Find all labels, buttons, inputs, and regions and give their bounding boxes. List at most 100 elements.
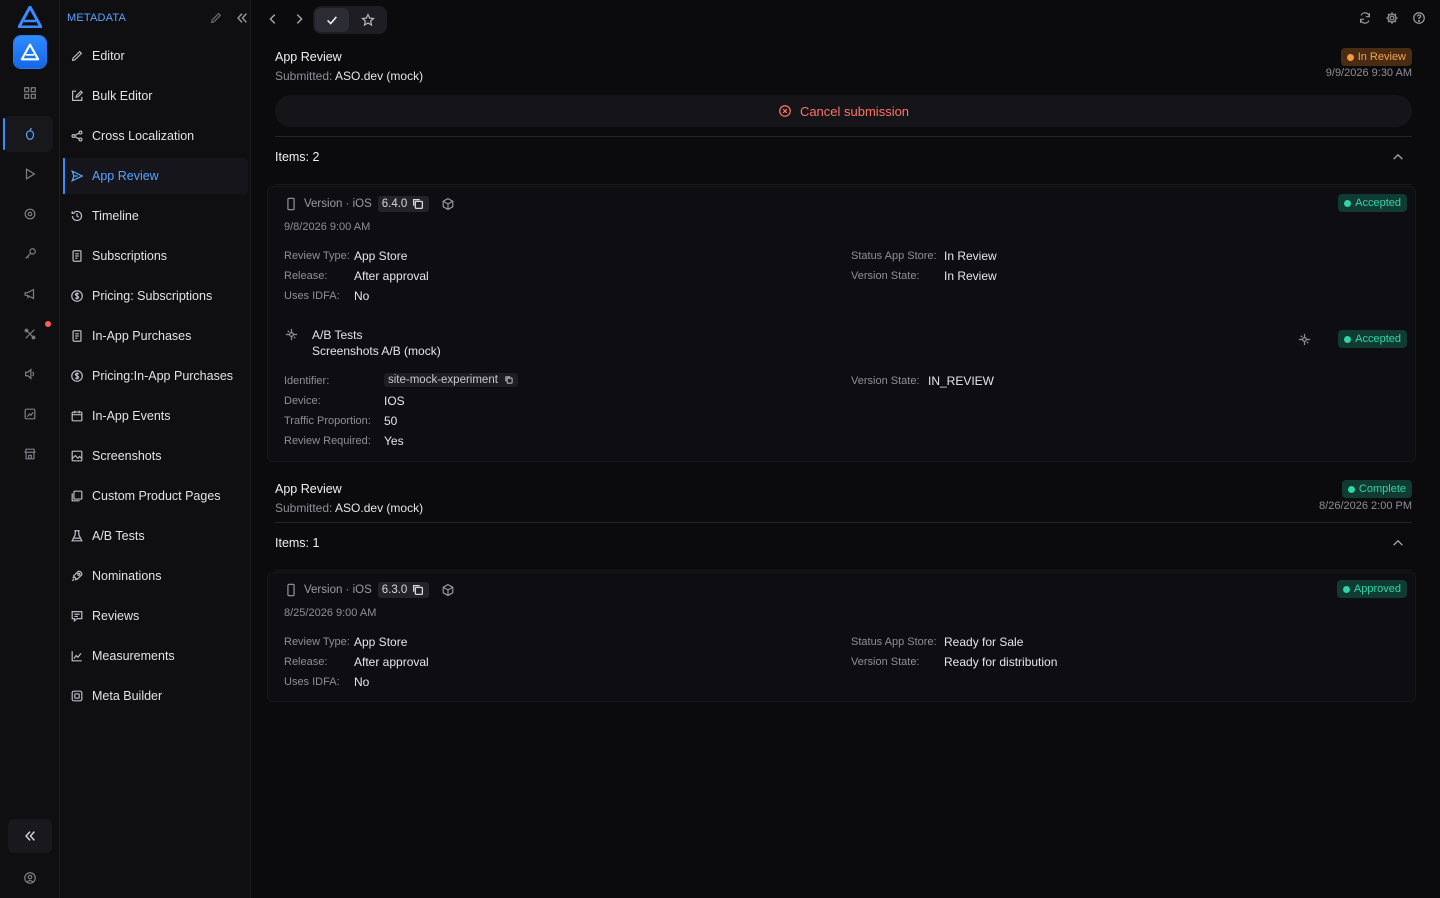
sidebar-item-nominations[interactable]: Nominations (63, 558, 248, 594)
apple-store-icon[interactable] (20, 124, 40, 144)
items-card: Version · iOS 6.4.0 9/8/2026 9:00 AM Acc… (267, 186, 1416, 462)
cancel-circle-icon (779, 105, 791, 117)
target-icon[interactable] (20, 204, 40, 224)
sidebar-item-label: Meta Builder (92, 689, 163, 703)
sidebar-item-bulk-editor[interactable]: Bulk Editor (63, 78, 248, 114)
analytics-icon[interactable] (20, 404, 40, 424)
review-type-value: App Store (354, 635, 408, 649)
traffic-proportion-label: Traffic Proportion: (284, 415, 371, 427)
favorite-button[interactable] (351, 8, 385, 32)
chevron-up-icon[interactable] (1391, 150, 1405, 164)
help-icon[interactable] (1412, 11, 1428, 27)
sidebar-item-label: A/B Tests (92, 529, 145, 543)
sidebar-item-reviews[interactable]: Reviews (63, 598, 248, 634)
top-bar (251, 0, 1440, 40)
sidebar-item-screenshots[interactable]: Screenshots (63, 438, 248, 474)
app-review-content: App Review Submitted: ASO.dev (mock) In … (251, 40, 1440, 898)
check-icon (327, 16, 337, 25)
divider (275, 184, 1412, 185)
current-app-avatar[interactable] (14, 36, 46, 68)
pages-icon (71, 490, 83, 502)
review-type-label: Review Type: (284, 636, 350, 648)
version-chip[interactable]: 6.4.0 (377, 196, 430, 212)
version-state-label: Version State: (851, 270, 920, 282)
divider (275, 136, 1412, 137)
collapse-sidebar-icon[interactable] (235, 11, 251, 27)
release-label: Release: (284, 656, 328, 668)
sidebar-item-label: In-App Events (92, 409, 171, 423)
status-badge: Complete (1341, 480, 1412, 498)
double-chevron-left-icon (25, 831, 35, 841)
forward-button[interactable] (287, 7, 311, 31)
ab-test-action-icon[interactable] (1297, 332, 1313, 348)
sidebar-item-cross-localization[interactable]: Cross Localization (63, 118, 248, 154)
apps-grid-icon[interactable] (20, 83, 40, 103)
divider (275, 522, 1412, 523)
sidebar-item-meta-builder[interactable]: Meta Builder (63, 678, 248, 714)
uses-idfa-value: No (354, 289, 370, 303)
release-value: After approval (354, 655, 429, 669)
version-state-value: IN_REVIEW (928, 374, 995, 388)
sidebar-item-app-review[interactable]: App Review (63, 158, 248, 194)
sidebar-item-subscriptions[interactable]: Subscriptions (63, 238, 248, 274)
document-icon (72, 250, 82, 262)
status-app-store-label: Status App Store: (851, 636, 937, 648)
back-button[interactable] (261, 7, 285, 31)
sidebar-item-label: Reviews (92, 609, 140, 623)
submitted-label: Submitted: (275, 69, 333, 83)
sidebar-item-in-app-events[interactable]: In-App Events (63, 398, 248, 434)
star-icon (361, 13, 375, 27)
divider (275, 570, 1412, 571)
refresh-icon[interactable] (1358, 11, 1374, 27)
app-logo-icon (17, 5, 43, 29)
play-store-icon[interactable] (20, 164, 40, 184)
identifier-value: site-mock-experiment (388, 374, 498, 386)
version-row: Version · iOS 6.3.0 (284, 581, 455, 599)
store-icon[interactable] (20, 444, 40, 464)
calendar-icon (71, 410, 83, 422)
release-value: After approval (354, 269, 429, 283)
sidebar-header: METADATA (67, 11, 247, 27)
uses-idfa-label: Uses IDFA: (284, 290, 340, 302)
identifier-chip[interactable]: site-mock-experiment (384, 373, 518, 387)
volume-icon[interactable] (20, 364, 40, 384)
megaphone-icon[interactable] (20, 284, 40, 304)
edit-square-icon (72, 90, 84, 101)
dollar-circle-icon (71, 290, 83, 302)
pencil-icon[interactable] (209, 11, 225, 27)
sidebar-item-timeline[interactable]: Timeline (63, 198, 248, 234)
status-label: Complete (1358, 483, 1406, 495)
sidebar-item-label: Editor (92, 49, 125, 63)
review-type-label: Review Type: (284, 250, 350, 262)
document-icon (72, 330, 82, 342)
sidebar-item-label: Nominations (92, 569, 162, 583)
sidebar-item-pricing-subscriptions[interactable]: Pricing: Subscriptions (63, 278, 248, 314)
items-card: Version · iOS 6.3.0 8/25/2026 9:00 AM Ap… (267, 572, 1416, 702)
tools-icon[interactable] (20, 324, 40, 344)
status-badge: In Review (1340, 48, 1412, 66)
submission-meta: Submitted: ASO.dev (mock) (275, 501, 423, 515)
version-state-label: Version State: (851, 656, 920, 668)
notification-dot (45, 321, 51, 327)
dollar-circle-icon (71, 370, 83, 382)
chevron-up-icon[interactable] (1391, 536, 1405, 550)
sidebar-item-measurements[interactable]: Measurements (63, 638, 248, 674)
collapse-rail-button[interactable] (8, 819, 52, 853)
send-icon (71, 169, 84, 183)
sidebar-item-in-app-purchases[interactable]: In-App Purchases (63, 318, 248, 354)
sidebar-item-custom-product-pages[interactable]: Custom Product Pages (63, 478, 248, 514)
version-chip[interactable]: 6.3.0 (377, 582, 430, 598)
check-toggle-button[interactable] (315, 8, 349, 32)
user-circle-icon[interactable] (20, 868, 40, 888)
item-date: 8/25/2026 9:00 AM (284, 607, 377, 619)
version-state-value: In Review (944, 269, 997, 283)
version-number: 6.3.0 (381, 584, 408, 596)
sidebar-item-pricing-in-app-purchases[interactable]: Pricing:In-App Purchases (63, 358, 248, 394)
sidebar-item-ab-tests[interactable]: A/B Tests (63, 518, 248, 554)
version-state-label: Version State: (851, 375, 920, 387)
cancel-submission-button[interactable]: Cancel submission (275, 95, 1412, 127)
version-row: Version · iOS 6.4.0 (284, 195, 455, 213)
gear-icon[interactable] (1385, 11, 1401, 27)
sidebar-item-editor[interactable]: Editor (63, 38, 248, 74)
key-icon[interactable] (20, 244, 40, 264)
